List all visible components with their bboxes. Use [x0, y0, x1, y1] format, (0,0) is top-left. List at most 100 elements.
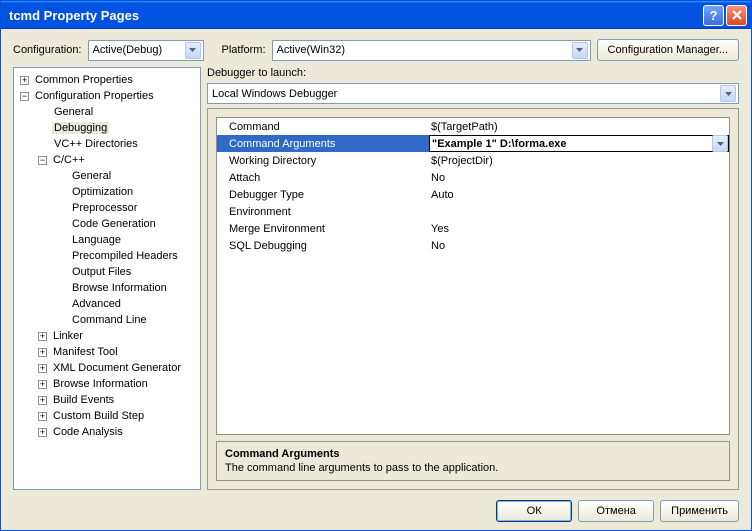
expand-icon[interactable]: +	[38, 428, 47, 437]
tree-item[interactable]: General	[14, 168, 200, 184]
platform-value: Active(Win32)	[277, 44, 572, 56]
tree-item[interactable]: + Build Events	[14, 392, 200, 408]
property-row[interactable]: Environment	[217, 203, 729, 220]
tree-item[interactable]: + XML Document Generator	[14, 360, 200, 376]
property-name: Command Arguments	[217, 138, 429, 150]
property-value[interactable]: "Example 1" D:\forma.exe	[429, 135, 729, 152]
tree-item-label: Language	[70, 234, 123, 246]
property-row[interactable]: Command$(TargetPath)	[217, 118, 729, 135]
property-name: Merge Environment	[217, 223, 429, 235]
tree-item[interactable]: −Configuration Properties	[14, 88, 200, 104]
debugger-launch-label: Debugger to launch:	[207, 67, 739, 79]
expand-icon[interactable]: +	[20, 76, 29, 85]
property-row[interactable]: SQL DebuggingNo	[217, 237, 729, 254]
property-value[interactable]: No	[429, 240, 729, 252]
titlebar-buttons: ?	[703, 5, 747, 26]
property-value[interactable]: $(ProjectDir)	[429, 155, 729, 167]
property-tree[interactable]: +Common Properties−Configuration Propert…	[13, 67, 201, 490]
chevron-down-icon	[720, 85, 736, 102]
tree-item[interactable]: Preprocessor	[14, 200, 200, 216]
tree-item[interactable]: Precompiled Headers	[14, 248, 200, 264]
tree-item-label: Precompiled Headers	[70, 250, 180, 262]
tree-item[interactable]: +Manifest Tool	[14, 344, 200, 360]
property-name: Command	[217, 121, 429, 133]
configuration-value: Active(Debug)	[93, 44, 185, 56]
expand-icon[interactable]: +	[38, 396, 47, 405]
tree-item[interactable]: Output Files	[14, 264, 200, 280]
expand-icon[interactable]: +	[38, 364, 47, 373]
chevron-down-icon[interactable]	[712, 135, 728, 152]
ok-button[interactable]: ОК	[496, 500, 572, 522]
tree-item[interactable]: Advanced	[14, 296, 200, 312]
tree-item-label: Output Files	[70, 266, 133, 278]
property-row[interactable]: Debugger TypeAuto	[217, 186, 729, 203]
property-row[interactable]: AttachNo	[217, 169, 729, 186]
apply-button[interactable]: Применить	[660, 500, 739, 522]
tree-item[interactable]: General	[14, 104, 200, 120]
tree-item-label: XML Document Generator	[51, 362, 183, 374]
tree-item[interactable]: Browse Information	[14, 280, 200, 296]
tree-item[interactable]: + Code Analysis	[14, 424, 200, 440]
dialog-buttons: ОК Отмена Применить	[13, 496, 739, 522]
collapse-icon[interactable]: −	[20, 92, 29, 101]
tree-item-label: Linker	[51, 330, 85, 342]
tree-item[interactable]: −C/C++	[14, 152, 200, 168]
property-value[interactable]: No	[429, 172, 729, 184]
property-row[interactable]: Working Directory$(ProjectDir)	[217, 152, 729, 169]
configuration-label: Configuration:	[13, 44, 82, 56]
tree-item[interactable]: + Browse Information	[14, 376, 200, 392]
help-button[interactable]: ?	[703, 5, 724, 26]
expand-icon[interactable]: +	[38, 380, 47, 389]
titlebar: tcmd Property Pages ?	[1, 1, 751, 29]
tree-item-label: Configuration Properties	[33, 90, 156, 102]
property-row[interactable]: Merge EnvironmentYes	[217, 220, 729, 237]
tree-item-label: Code Analysis	[51, 426, 125, 438]
tree-item[interactable]: VC++ Directories	[14, 136, 200, 152]
configuration-combo[interactable]: Active(Debug)	[88, 40, 204, 61]
tree-item[interactable]: Command Line	[14, 312, 200, 328]
debugger-launch-combo[interactable]: Local Windows Debugger	[207, 83, 739, 104]
configuration-manager-button[interactable]: Configuration Manager...	[597, 39, 739, 61]
tree-item[interactable]: + Linker	[14, 328, 200, 344]
tree-item[interactable]: + Common Properties	[14, 72, 200, 88]
tree-item-label: Custom Build Step	[51, 410, 146, 422]
property-name: SQL Debugging	[217, 240, 429, 252]
tree-item-label: General	[70, 170, 113, 182]
platform-label: Platform:	[222, 44, 266, 56]
description-box: Command Arguments The command line argum…	[216, 441, 730, 481]
chevron-down-icon	[572, 42, 588, 59]
tree-item-label: Browse Information	[51, 378, 150, 390]
tree-item[interactable]: Language	[14, 232, 200, 248]
property-grid[interactable]: Command$(TargetPath)Command Arguments"Ex…	[216, 117, 730, 435]
chevron-down-icon	[185, 42, 201, 59]
tree-item[interactable]: Code Generation	[14, 216, 200, 232]
tree-item-label: C/C++	[51, 154, 87, 166]
property-value[interactable]: $(TargetPath)	[429, 121, 729, 133]
platform-combo[interactable]: Active(Win32)	[272, 40, 591, 61]
config-row: Configuration: Active(Debug) Platform: A…	[13, 39, 739, 61]
collapse-icon[interactable]: −	[38, 156, 47, 165]
tree-item[interactable]: + Custom Build Step	[14, 408, 200, 424]
tree-item-label: Advanced	[70, 298, 123, 310]
expand-icon[interactable]: +	[38, 332, 47, 341]
property-row[interactable]: Command Arguments"Example 1" D:\forma.ex…	[217, 135, 729, 152]
tree-item-label: Command Line	[70, 314, 149, 326]
property-name: Working Directory	[217, 155, 429, 167]
property-name: Attach	[217, 172, 429, 184]
tree-item-label: Optimization	[70, 186, 135, 198]
tree-item-label: Debugging	[52, 122, 109, 134]
close-button[interactable]	[726, 5, 747, 26]
property-value[interactable]: Auto	[429, 189, 729, 201]
expand-icon[interactable]: +	[38, 412, 47, 421]
tree-item[interactable]: Debugging	[14, 120, 200, 136]
tree-item-label: Build Events	[51, 394, 116, 406]
right-column: Debugger to launch: Local Windows Debugg…	[207, 67, 739, 490]
tree-item-label: Code Generation	[70, 218, 158, 230]
property-pages-window: tcmd Property Pages ? Configuration: Act…	[0, 0, 752, 531]
expand-icon[interactable]: +	[38, 348, 47, 357]
property-value[interactable]: Yes	[429, 223, 729, 235]
tree-item-label: Common Properties	[33, 74, 135, 86]
property-grid-wrap: Command$(TargetPath)Command Arguments"Ex…	[207, 108, 739, 490]
tree-item[interactable]: Optimization	[14, 184, 200, 200]
cancel-button[interactable]: Отмена	[578, 500, 654, 522]
